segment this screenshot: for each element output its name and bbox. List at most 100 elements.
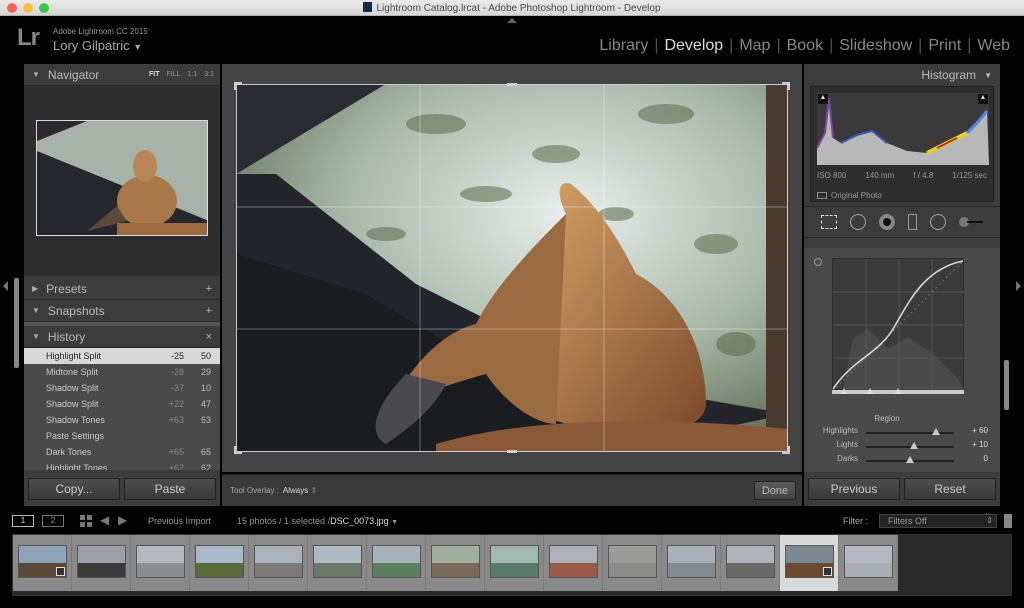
done-button[interactable]: Done <box>754 481 796 500</box>
right-panel-scrollbar[interactable] <box>1004 360 1009 410</box>
split-point-handle[interactable] <box>895 388 901 394</box>
forward-arrow-icon[interactable]: ▶ <box>118 513 127 527</box>
filmstrip-cell[interactable] <box>308 535 367 591</box>
reset-button[interactable]: Reset <box>904 478 996 500</box>
slider-knob[interactable] <box>910 442 919 449</box>
filter-lock-icon[interactable] <box>1004 514 1012 528</box>
add-snapshot-button[interactable]: + <box>206 305 212 317</box>
photo-count[interactable]: 15 photos / 1 selected /DSC_0073.jpg ▼ <box>237 516 398 526</box>
image-canvas[interactable] <box>222 64 802 472</box>
zoom-fit[interactable]: FIT <box>149 71 160 78</box>
collapse-left-panel-icon[interactable] <box>3 281 8 291</box>
zoom-3-1[interactable]: 3:1 <box>204 71 214 78</box>
filmstrip-cell[interactable] <box>190 535 249 591</box>
crop-handle-top[interactable] <box>507 83 517 86</box>
adjustment-brush-icon[interactable] <box>959 217 984 227</box>
filmstrip-cell[interactable] <box>485 535 544 591</box>
window-title: Lightroom Catalog.lrcat - Adobe Photosho… <box>0 2 1024 14</box>
history-item[interactable]: Shadow Split -37 10 <box>24 380 220 396</box>
copy-button[interactable]: Copy... <box>28 478 120 500</box>
histogram-header[interactable]: Histogram ▼ <box>804 64 1000 86</box>
crop-frame[interactable] <box>234 82 790 454</box>
module-web[interactable]: Web <box>971 37 1016 55</box>
filmstrip-cell[interactable] <box>72 535 131 591</box>
history-item[interactable]: Paste Settings <box>24 428 220 444</box>
navigator-header[interactable]: ▼ Navigator FIT FILL 1:1 3:1 <box>24 64 220 86</box>
crop-overlay-icon[interactable] <box>820 215 837 229</box>
module-print[interactable]: Print <box>922 37 967 55</box>
spot-removal-icon[interactable] <box>849 214 866 230</box>
slider-value[interactable]: 0 <box>984 454 988 463</box>
slider-value[interactable]: + 10 <box>972 440 988 449</box>
previous-button[interactable]: Previous <box>808 478 900 500</box>
add-preset-button[interactable]: + <box>206 283 212 295</box>
targeted-adjustment-icon[interactable] <box>814 258 822 266</box>
history-delta: +22 <box>168 399 184 409</box>
red-eye-icon[interactable] <box>878 214 895 230</box>
source-label[interactable]: Previous Import <box>148 516 211 526</box>
history-item[interactable]: Midtone Split -28 29 <box>24 364 220 380</box>
shadow-clipping-icon[interactable]: ▲ <box>818 94 828 104</box>
clear-history-button[interactable]: × <box>206 331 212 343</box>
crop-handle-top-left[interactable] <box>234 82 242 90</box>
crop-handle-bottom-left[interactable] <box>234 446 242 454</box>
filmstrip-cell[interactable] <box>603 535 662 591</box>
crop-handle-bottom[interactable] <box>507 450 517 453</box>
module-map[interactable]: Map <box>733 37 776 55</box>
original-photo-toggle[interactable]: Original Photo <box>817 191 882 200</box>
presets-header[interactable]: ▶ Presets + <box>24 278 220 300</box>
collapse-right-panel-icon[interactable] <box>1016 281 1021 291</box>
user-menu[interactable]: Lory Gilpatric ▼ <box>53 38 142 53</box>
module-develop[interactable]: Develop <box>658 37 729 55</box>
region-title: Region <box>874 414 900 423</box>
back-arrow-icon[interactable]: ◀ <box>100 513 109 527</box>
graduated-filter-icon[interactable] <box>908 214 918 230</box>
filmstrip-cell[interactable] <box>249 535 308 591</box>
slider-knob[interactable] <box>906 456 914 463</box>
crop-handle-top-right[interactable] <box>782 82 790 90</box>
crop-handle-bottom-right[interactable] <box>782 446 790 454</box>
slider-value[interactable]: + 60 <box>972 426 988 435</box>
history-item[interactable]: Highlight Split -25 50 <box>24 348 220 364</box>
history-item[interactable]: Shadow Tones +63 63 <box>24 412 220 428</box>
slider-track[interactable] <box>866 432 954 434</box>
filmstrip-cell[interactable] <box>426 535 485 591</box>
paste-button[interactable]: Paste <box>124 478 216 500</box>
left-panel-scrollbar[interactable] <box>14 278 19 368</box>
filmstrip-thumbnail <box>608 545 657 578</box>
filmstrip-cell[interactable] <box>780 535 839 591</box>
module-slideshow[interactable]: Slideshow <box>833 37 918 55</box>
zoom-1-1[interactable]: 1:1 <box>188 71 198 78</box>
filmstrip-cell[interactable] <box>544 535 603 591</box>
history-item[interactable]: Highlight Tones +62 62 <box>24 460 220 470</box>
filmstrip-cell[interactable] <box>721 535 780 591</box>
zoom-fill[interactable]: FILL <box>167 71 181 78</box>
history-item[interactable]: Shadow Split +22 47 <box>24 396 220 412</box>
collapse-top-panel-icon[interactable] <box>507 18 517 23</box>
history-item[interactable]: Dark Tones +65 65 <box>24 444 220 460</box>
grid-view-icon[interactable] <box>80 515 92 527</box>
split-point-handle[interactable] <box>867 388 873 394</box>
primary-display-button[interactable]: 1 <box>12 515 34 527</box>
navigator-thumbnail[interactable] <box>36 120 208 236</box>
split-point-handle[interactable] <box>841 388 847 394</box>
snapshots-header[interactable]: ▼ Snapshots + <box>24 300 220 322</box>
tool-overlay-select[interactable]: Tool Overlay : Always ⇕ <box>230 486 317 495</box>
history-header[interactable]: ▼ History × <box>24 326 220 348</box>
filmstrip-cell[interactable] <box>131 535 190 591</box>
histogram-graph[interactable]: ▲ ▲ <box>816 93 989 165</box>
module-library[interactable]: Library <box>593 37 654 55</box>
tone-curve-graph[interactable] <box>832 258 966 392</box>
filmstrip-cell[interactable] <box>839 535 898 591</box>
secondary-display-button[interactable]: 2 <box>42 515 64 527</box>
slider-knob[interactable] <box>932 428 941 435</box>
filmstrip-cell[interactable] <box>367 535 426 591</box>
history-delta: -28 <box>170 367 184 377</box>
radial-filter-icon[interactable] <box>930 214 947 230</box>
filmstrip-cell[interactable] <box>13 535 72 591</box>
filter-select[interactable]: Filters Off ⇕ <box>879 514 997 528</box>
stepper-icon: ⇕ <box>310 486 318 495</box>
highlight-clipping-icon[interactable]: ▲ <box>978 94 988 104</box>
filmstrip-cell[interactable] <box>662 535 721 591</box>
module-book[interactable]: Book <box>781 37 829 55</box>
